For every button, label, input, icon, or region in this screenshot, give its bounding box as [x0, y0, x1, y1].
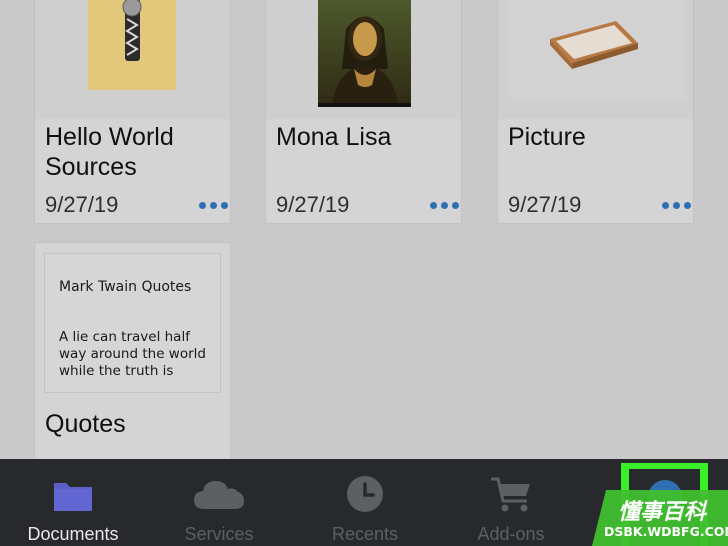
- file-card-quotes[interactable]: Mark Twain Quotes A lie can travel half …: [34, 242, 231, 472]
- tab-label: Services: [184, 524, 254, 544]
- file-card-hello-world[interactable]: Hello World Sources 9/27/19: [34, 0, 231, 224]
- file-date: 9/27/19: [508, 192, 582, 217]
- tab-services[interactable]: Services: [146, 459, 292, 546]
- more-options-icon[interactable]: [199, 202, 228, 209]
- tab-recents[interactable]: Recents: [292, 459, 438, 546]
- note-line: A lie can travel half: [59, 329, 190, 345]
- file-date: 9/27/19: [45, 192, 119, 217]
- note-title: Mark Twain Quotes: [59, 279, 192, 295]
- note-line: way around the world: [59, 346, 206, 362]
- tab-label: Recents: [331, 524, 399, 544]
- note-line: while the truth is: [59, 363, 174, 379]
- more-options-icon[interactable]: [662, 202, 691, 209]
- file-title: Hello World: [45, 123, 174, 151]
- file-thumbnail: [498, 0, 693, 119]
- file-card-mona-lisa[interactable]: Mona Lisa 9/27/19: [265, 0, 462, 224]
- mona-lisa-image: [318, 0, 411, 107]
- folder-icon: [54, 483, 92, 511]
- more-options-icon[interactable]: [430, 202, 459, 209]
- file-thumbnail: [266, 0, 461, 119]
- tab-documents[interactable]: Documents: [0, 459, 146, 546]
- file-card-picture[interactable]: Picture 9/27/19: [497, 0, 694, 224]
- file-title: Sources: [45, 153, 137, 181]
- cloud-icon: [194, 481, 244, 509]
- picture-tray-image: [508, 0, 685, 99]
- cart-icon: [491, 477, 530, 512]
- file-date: 9/27/19: [276, 192, 350, 217]
- tab-label: Add-ons: [477, 524, 545, 544]
- file-title: Quotes: [45, 410, 126, 438]
- tab-add-ons[interactable]: Add-ons: [438, 459, 584, 546]
- watermark-logo: 懂事百科 DSBK.WDBFG.COM: [592, 490, 728, 546]
- watermark-text-url: DSBK.WDBFG.COM: [604, 524, 728, 539]
- tab-label: Documents: [27, 524, 119, 544]
- watermark-text-cn: 懂事百科: [618, 500, 707, 525]
- note-preview: Mark Twain Quotes A lie can travel half …: [44, 253, 221, 393]
- file-thumbnail: [35, 0, 230, 119]
- zip-archive-icon: [88, 0, 176, 90]
- clock-icon: [347, 476, 383, 512]
- file-title: Picture: [508, 123, 586, 151]
- file-title: Mona Lisa: [276, 123, 392, 151]
